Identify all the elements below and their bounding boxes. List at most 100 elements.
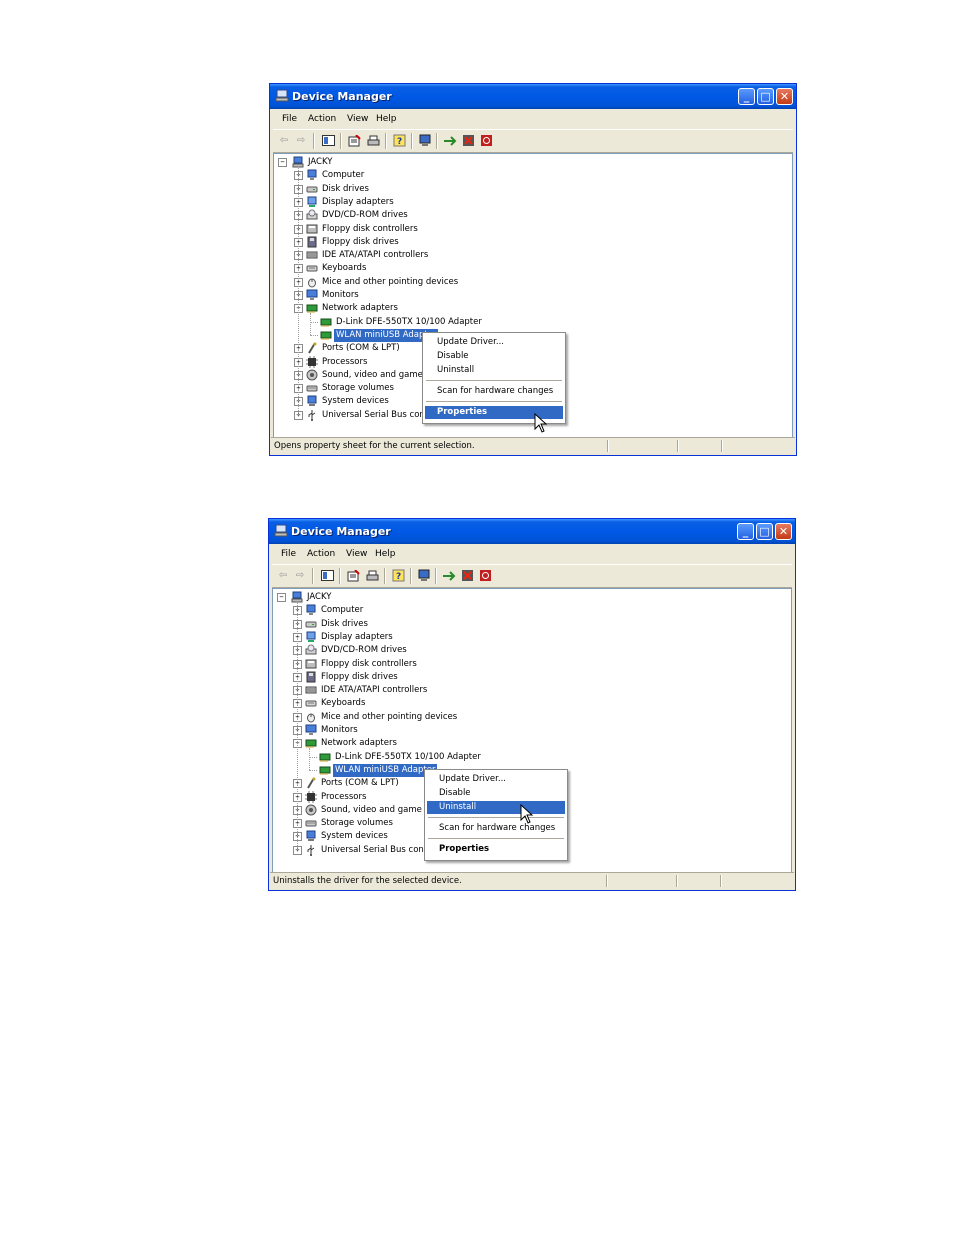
title-bar[interactable]: Device Manager _ □ ✕	[269, 519, 795, 544]
menu-bar: File Action View Help	[272, 545, 792, 563]
minimize-icon: _	[742, 525, 749, 538]
menu-separator	[426, 380, 562, 381]
forward-arrow-icon[interactable]: ⇨	[292, 568, 308, 583]
tree-item-label: IDE ATA/ATAPI controllers	[321, 685, 428, 696]
storage-icon	[305, 817, 317, 829]
menu-action[interactable]: Action	[308, 114, 336, 124]
print-icon[interactable]	[365, 133, 381, 148]
tree-item-label: Universal Serial Bus contr	[321, 844, 431, 855]
uninstall-icon[interactable]	[459, 568, 475, 583]
storage-icon	[306, 382, 318, 394]
network-adapter-icon	[305, 737, 317, 749]
menu-item-properties[interactable]: Properties	[427, 843, 565, 856]
minimize-button[interactable]: _	[737, 523, 754, 540]
window-title: Device Manager	[292, 90, 392, 103]
toolbar: ⇦ ⇨ ?	[273, 129, 793, 153]
menu-view[interactable]: View	[347, 114, 368, 124]
menu-file[interactable]: File	[282, 114, 297, 124]
tree-item-label: Network adapters	[322, 303, 398, 314]
properties-icon[interactable]	[346, 133, 362, 148]
nic-card-icon	[320, 316, 332, 328]
menu-item-scan-for-hardware-changes[interactable]: Scan for hardware changes	[427, 822, 565, 835]
collapse-icon[interactable]: −	[277, 593, 286, 602]
tree-item-label: Monitors	[322, 290, 359, 300]
print-icon[interactable]	[364, 568, 380, 583]
mouse-icon	[305, 711, 317, 723]
tree-item-label: Monitors	[321, 725, 358, 735]
scan-hardware-icon[interactable]	[416, 568, 432, 583]
tree-item-label: Display adapters	[321, 631, 393, 642]
scan-hardware-icon[interactable]	[417, 133, 433, 148]
close-button[interactable]: ✕	[775, 523, 792, 540]
tree-item-label: System devices	[322, 396, 389, 407]
maximize-icon: □	[759, 525, 770, 538]
tree-item-label: System devices	[321, 831, 388, 842]
menu-item-update-driver[interactable]: Update Driver...	[427, 773, 565, 786]
tree-item-label: Floppy disk controllers	[322, 223, 418, 234]
minimize-button[interactable]: _	[738, 88, 755, 105]
maximize-button[interactable]: □	[757, 88, 774, 105]
device-manager-icon	[275, 89, 289, 102]
tree-item-label: Floppy disk controllers	[321, 658, 417, 669]
minimize-icon: _	[743, 90, 750, 103]
tree-child-label: WLAN miniUSB Adapter	[333, 763, 438, 777]
tree-item-label: DVD/CD-ROM drives	[321, 645, 407, 656]
back-arrow-icon[interactable]: ⇦	[275, 568, 291, 583]
port-icon	[305, 777, 317, 789]
menu-separator	[426, 401, 562, 402]
keyboard-icon	[305, 697, 317, 709]
menu-help[interactable]: Help	[375, 549, 396, 559]
tree-item-label: Storage volumes	[322, 383, 394, 394]
maximize-button[interactable]: □	[756, 523, 773, 540]
menu-item-scan-for-hardware-changes[interactable]: Scan for hardware changes	[425, 385, 563, 398]
menu-item-disable[interactable]: Disable	[425, 350, 563, 363]
menu-item-uninstall[interactable]: Uninstall	[427, 801, 565, 814]
show-hide-tree-icon[interactable]	[319, 568, 335, 583]
menu-item-disable[interactable]: Disable	[427, 787, 565, 800]
properties-icon[interactable]	[345, 568, 361, 583]
tree-item-label: Computer	[322, 170, 365, 181]
disable-icon[interactable]	[478, 133, 494, 148]
ide-controller-icon	[306, 249, 318, 261]
collapse-icon[interactable]: −	[278, 158, 287, 167]
menu-help[interactable]: Help	[376, 114, 397, 124]
menu-view[interactable]: View	[346, 549, 367, 559]
menu-file[interactable]: File	[281, 549, 296, 559]
menu-bar: File Action View Help	[273, 110, 793, 128]
close-icon: ✕	[778, 525, 789, 538]
network-adapter-icon	[306, 302, 318, 314]
title-bar[interactable]: Device Manager _ □ ✕	[270, 84, 796, 109]
tree-item-label: Floppy disk drives	[321, 671, 398, 682]
floppy-drive-icon	[305, 671, 317, 683]
back-arrow-icon[interactable]: ⇦	[276, 133, 292, 148]
tree-item-label: Display adapters	[322, 196, 394, 207]
disk-drive-icon	[306, 183, 318, 195]
menu-action[interactable]: Action	[307, 549, 335, 559]
help-icon[interactable]: ?	[391, 133, 407, 148]
tree-item-label: Mice and other pointing devices	[321, 711, 458, 722]
menu-separator	[428, 817, 564, 818]
close-button[interactable]: ✕	[776, 88, 793, 105]
status-bar: Opens property sheet for the current sel…	[271, 437, 795, 454]
tree-item-label: Disk drives	[322, 183, 369, 194]
show-hide-tree-icon[interactable]	[320, 133, 336, 148]
help-icon[interactable]: ?	[390, 568, 406, 583]
uninstall-icon[interactable]	[460, 133, 476, 148]
update-driver-icon[interactable]	[442, 133, 458, 148]
tree-item-label: Ports (COM & LPT)	[321, 778, 399, 789]
forward-arrow-icon[interactable]: ⇨	[293, 133, 309, 148]
tree-item-label: Floppy disk drives	[322, 236, 399, 247]
disable-icon[interactable]	[477, 568, 493, 583]
system-device-icon	[306, 395, 318, 407]
maximize-icon: □	[760, 90, 771, 103]
status-text: Opens property sheet for the current sel…	[274, 441, 475, 451]
context-menu: Update Driver... Disable Uninstall Scan for…	[422, 332, 566, 424]
monitor-icon	[306, 289, 318, 301]
update-driver-icon[interactable]	[441, 568, 457, 583]
floppy-controller-icon	[306, 223, 318, 235]
menu-item-update-driver[interactable]: Update Driver...	[425, 336, 563, 349]
computer-icon	[306, 169, 318, 181]
device-manager-window-2: Device Manager _ □ ✕ File Action View He…	[268, 518, 796, 891]
menu-item-uninstall[interactable]: Uninstall	[425, 364, 563, 377]
status-bar: Uninstalls the driver for the selected d…	[270, 872, 794, 889]
